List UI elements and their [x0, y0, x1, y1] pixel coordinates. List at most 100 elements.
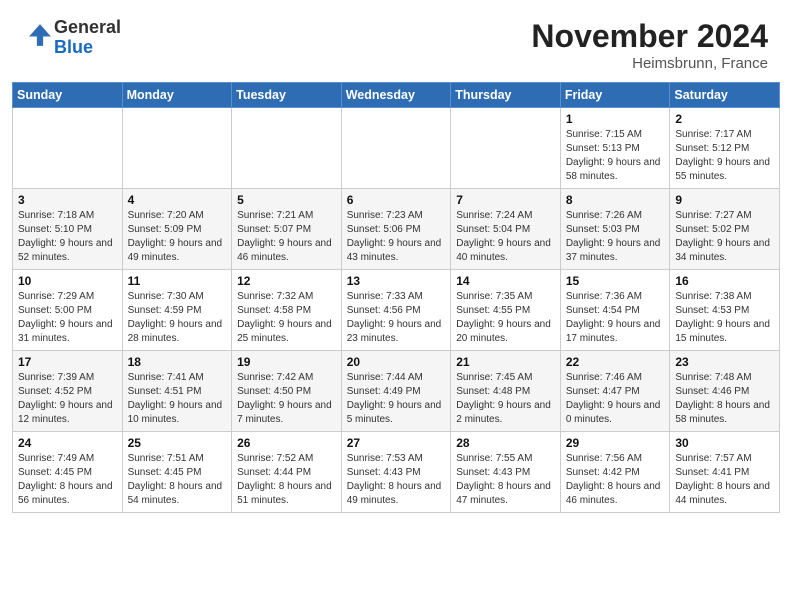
logo-general: General	[54, 17, 121, 37]
day-number: 12	[237, 274, 336, 288]
calendar-cell: 29 Sunrise: 7:56 AM Sunset: 4:42 PM Dayli…	[560, 432, 670, 513]
calendar-week-5: 24Sunrise: 7:49 AM Sunset: 4:45 PM Dayli…	[13, 432, 780, 513]
calendar-cell: 12 Sunrise: 7:32 AM Sunset: 4:58 PM Dayli…	[232, 270, 342, 351]
calendar-cell: 26Sunrise: 7:52 AM Sunset: 4:44 PM Dayli…	[232, 432, 342, 513]
day-number: 30	[675, 436, 774, 450]
day-number: 10	[18, 274, 117, 288]
day-info: Sunrise: 7:48 AM Sunset: 4:46 PM Dayligh…	[675, 371, 774, 427]
calendar-cell: 27Sunrise: 7:53 AM Sunset: 4:43 PM Dayli…	[341, 432, 451, 513]
calendar-cell: 28 Sunrise: 7:55 AM Sunset: 4:43 PM Dayli…	[451, 432, 561, 513]
day-info: Sunrise: 7:45 AM Sunset: 4:48 PM Dayligh…	[456, 371, 555, 427]
day-info: Sunrise: 7:51 AM Sunset: 4:45 PM Dayligh…	[128, 452, 227, 508]
weekday-header-thursday: Thursday	[451, 83, 561, 108]
calendar-cell: 18 Sunrise: 7:41 AM Sunset: 4:51 PM Dayli…	[122, 351, 232, 432]
weekday-header-sunday: Sunday	[13, 83, 123, 108]
day-info: Sunrise: 7:46 AM Sunset: 4:47 PM Dayligh…	[566, 371, 665, 427]
calendar-cell: 17Sunrise: 7:39 AM Sunset: 4:52 PM Dayli…	[13, 351, 123, 432]
day-info: Sunrise: 7:56 AM Sunset: 4:42 PM Dayligh…	[566, 452, 665, 508]
title-block: November 2024 Heimsbrunn, France	[531, 18, 768, 72]
day-info: Sunrise: 7:21 AM Sunset: 5:07 PM Dayligh…	[237, 209, 336, 265]
calendar-cell: 21 Sunrise: 7:45 AM Sunset: 4:48 PM Dayli…	[451, 351, 561, 432]
day-number: 19	[237, 355, 336, 369]
calendar-cell	[341, 108, 451, 189]
day-info: Sunrise: 7:23 AM Sunset: 5:06 PM Dayligh…	[347, 209, 446, 265]
day-info: Sunrise: 7:32 AM Sunset: 4:58 PM Dayligh…	[237, 290, 336, 346]
day-info: Sunrise: 7:17 AM Sunset: 5:12 PM Dayligh…	[675, 128, 774, 184]
day-info: Sunrise: 7:18 AM Sunset: 5:10 PM Dayligh…	[18, 209, 117, 265]
day-number: 21	[456, 355, 555, 369]
calendar-cell: 20Sunrise: 7:44 AM Sunset: 4:49 PM Dayli…	[341, 351, 451, 432]
calendar-week-3: 10 Sunrise: 7:29 AM Sunset: 5:00 PM Dayli…	[13, 270, 780, 351]
calendar-cell: 8 Sunrise: 7:26 AM Sunset: 5:03 PM Daylig…	[560, 189, 670, 270]
day-number: 3	[18, 193, 117, 207]
day-number: 1	[566, 112, 665, 126]
day-number: 25	[128, 436, 227, 450]
calendar-cell: 13Sunrise: 7:33 AM Sunset: 4:56 PM Dayli…	[341, 270, 451, 351]
location: Heimsbrunn, France	[531, 55, 768, 72]
calendar-cell: 22 Sunrise: 7:46 AM Sunset: 4:47 PM Dayli…	[560, 351, 670, 432]
calendar-week-4: 17Sunrise: 7:39 AM Sunset: 4:52 PM Dayli…	[13, 351, 780, 432]
day-number: 2	[675, 112, 774, 126]
day-info: Sunrise: 7:27 AM Sunset: 5:02 PM Dayligh…	[675, 209, 774, 265]
day-number: 9	[675, 193, 774, 207]
calendar-cell: 11 Sunrise: 7:30 AM Sunset: 4:59 PM Dayli…	[122, 270, 232, 351]
day-number: 16	[675, 274, 774, 288]
day-number: 8	[566, 193, 665, 207]
day-info: Sunrise: 7:41 AM Sunset: 4:51 PM Dayligh…	[128, 371, 227, 427]
calendar-cell	[13, 108, 123, 189]
day-info: Sunrise: 7:52 AM Sunset: 4:44 PM Dayligh…	[237, 452, 336, 508]
calendar-cell: 14Sunrise: 7:35 AM Sunset: 4:55 PM Dayli…	[451, 270, 561, 351]
day-number: 4	[128, 193, 227, 207]
day-number: 18	[128, 355, 227, 369]
calendar-cell: 16 Sunrise: 7:38 AM Sunset: 4:53 PM Dayli…	[670, 270, 780, 351]
calendar-cell: 15 Sunrise: 7:36 AM Sunset: 4:54 PM Dayli…	[560, 270, 670, 351]
day-number: 7	[456, 193, 555, 207]
day-info: Sunrise: 7:55 AM Sunset: 4:43 PM Dayligh…	[456, 452, 555, 508]
day-number: 15	[566, 274, 665, 288]
day-info: Sunrise: 7:38 AM Sunset: 4:53 PM Dayligh…	[675, 290, 774, 346]
day-number: 28	[456, 436, 555, 450]
month-title: November 2024	[531, 18, 768, 55]
calendar-cell	[451, 108, 561, 189]
calendar-week-2: 3 Sunrise: 7:18 AM Sunset: 5:10 PM Daylig…	[13, 189, 780, 270]
day-info: Sunrise: 7:26 AM Sunset: 5:03 PM Dayligh…	[566, 209, 665, 265]
calendar-cell: 6 Sunrise: 7:23 AM Sunset: 5:06 PM Daylig…	[341, 189, 451, 270]
calendar-cell: 24Sunrise: 7:49 AM Sunset: 4:45 PM Dayli…	[13, 432, 123, 513]
calendar-cell: 2 Sunrise: 7:17 AM Sunset: 5:12 PM Daylig…	[670, 108, 780, 189]
day-info: Sunrise: 7:44 AM Sunset: 4:49 PM Dayligh…	[347, 371, 446, 427]
calendar-cell	[122, 108, 232, 189]
day-number: 29	[566, 436, 665, 450]
day-number: 22	[566, 355, 665, 369]
day-number: 23	[675, 355, 774, 369]
day-info: Sunrise: 7:42 AM Sunset: 4:50 PM Dayligh…	[237, 371, 336, 427]
day-info: Sunrise: 7:30 AM Sunset: 4:59 PM Dayligh…	[128, 290, 227, 346]
calendar-cell: 7Sunrise: 7:24 AM Sunset: 5:04 PM Daylig…	[451, 189, 561, 270]
calendar-cell: 10 Sunrise: 7:29 AM Sunset: 5:00 PM Dayli…	[13, 270, 123, 351]
calendar-cell: 25 Sunrise: 7:51 AM Sunset: 4:45 PM Dayli…	[122, 432, 232, 513]
day-number: 14	[456, 274, 555, 288]
weekday-header-monday: Monday	[122, 83, 232, 108]
day-info: Sunrise: 7:20 AM Sunset: 5:09 PM Dayligh…	[128, 209, 227, 265]
day-info: Sunrise: 7:53 AM Sunset: 4:43 PM Dayligh…	[347, 452, 446, 508]
day-info: Sunrise: 7:36 AM Sunset: 4:54 PM Dayligh…	[566, 290, 665, 346]
calendar-cell	[232, 108, 342, 189]
logo-blue: Blue	[54, 37, 93, 57]
day-info: Sunrise: 7:29 AM Sunset: 5:00 PM Dayligh…	[18, 290, 117, 346]
day-info: Sunrise: 7:15 AM Sunset: 5:13 PM Dayligh…	[566, 128, 665, 184]
calendar-cell: 19 Sunrise: 7:42 AM Sunset: 4:50 PM Dayli…	[232, 351, 342, 432]
calendar-cell: 4 Sunrise: 7:20 AM Sunset: 5:09 PM Daylig…	[122, 189, 232, 270]
weekday-header-tuesday: Tuesday	[232, 83, 342, 108]
calendar-table: SundayMondayTuesdayWednesdayThursdayFrid…	[12, 82, 780, 513]
day-number: 17	[18, 355, 117, 369]
calendar-cell: 5 Sunrise: 7:21 AM Sunset: 5:07 PM Daylig…	[232, 189, 342, 270]
day-info: Sunrise: 7:49 AM Sunset: 4:45 PM Dayligh…	[18, 452, 117, 508]
day-number: 11	[128, 274, 227, 288]
day-info: Sunrise: 7:57 AM Sunset: 4:41 PM Dayligh…	[675, 452, 774, 508]
calendar-cell: 30 Sunrise: 7:57 AM Sunset: 4:41 PM Dayli…	[670, 432, 780, 513]
calendar-cell: 3 Sunrise: 7:18 AM Sunset: 5:10 PM Daylig…	[13, 189, 123, 270]
page-header: General Blue November 2024 Heimsbrunn, F…	[0, 0, 792, 78]
calendar-week-1: 1 Sunrise: 7:15 AM Sunset: 5:13 PM Daylig…	[13, 108, 780, 189]
day-number: 5	[237, 193, 336, 207]
logo-icon	[26, 21, 54, 49]
day-number: 6	[347, 193, 446, 207]
